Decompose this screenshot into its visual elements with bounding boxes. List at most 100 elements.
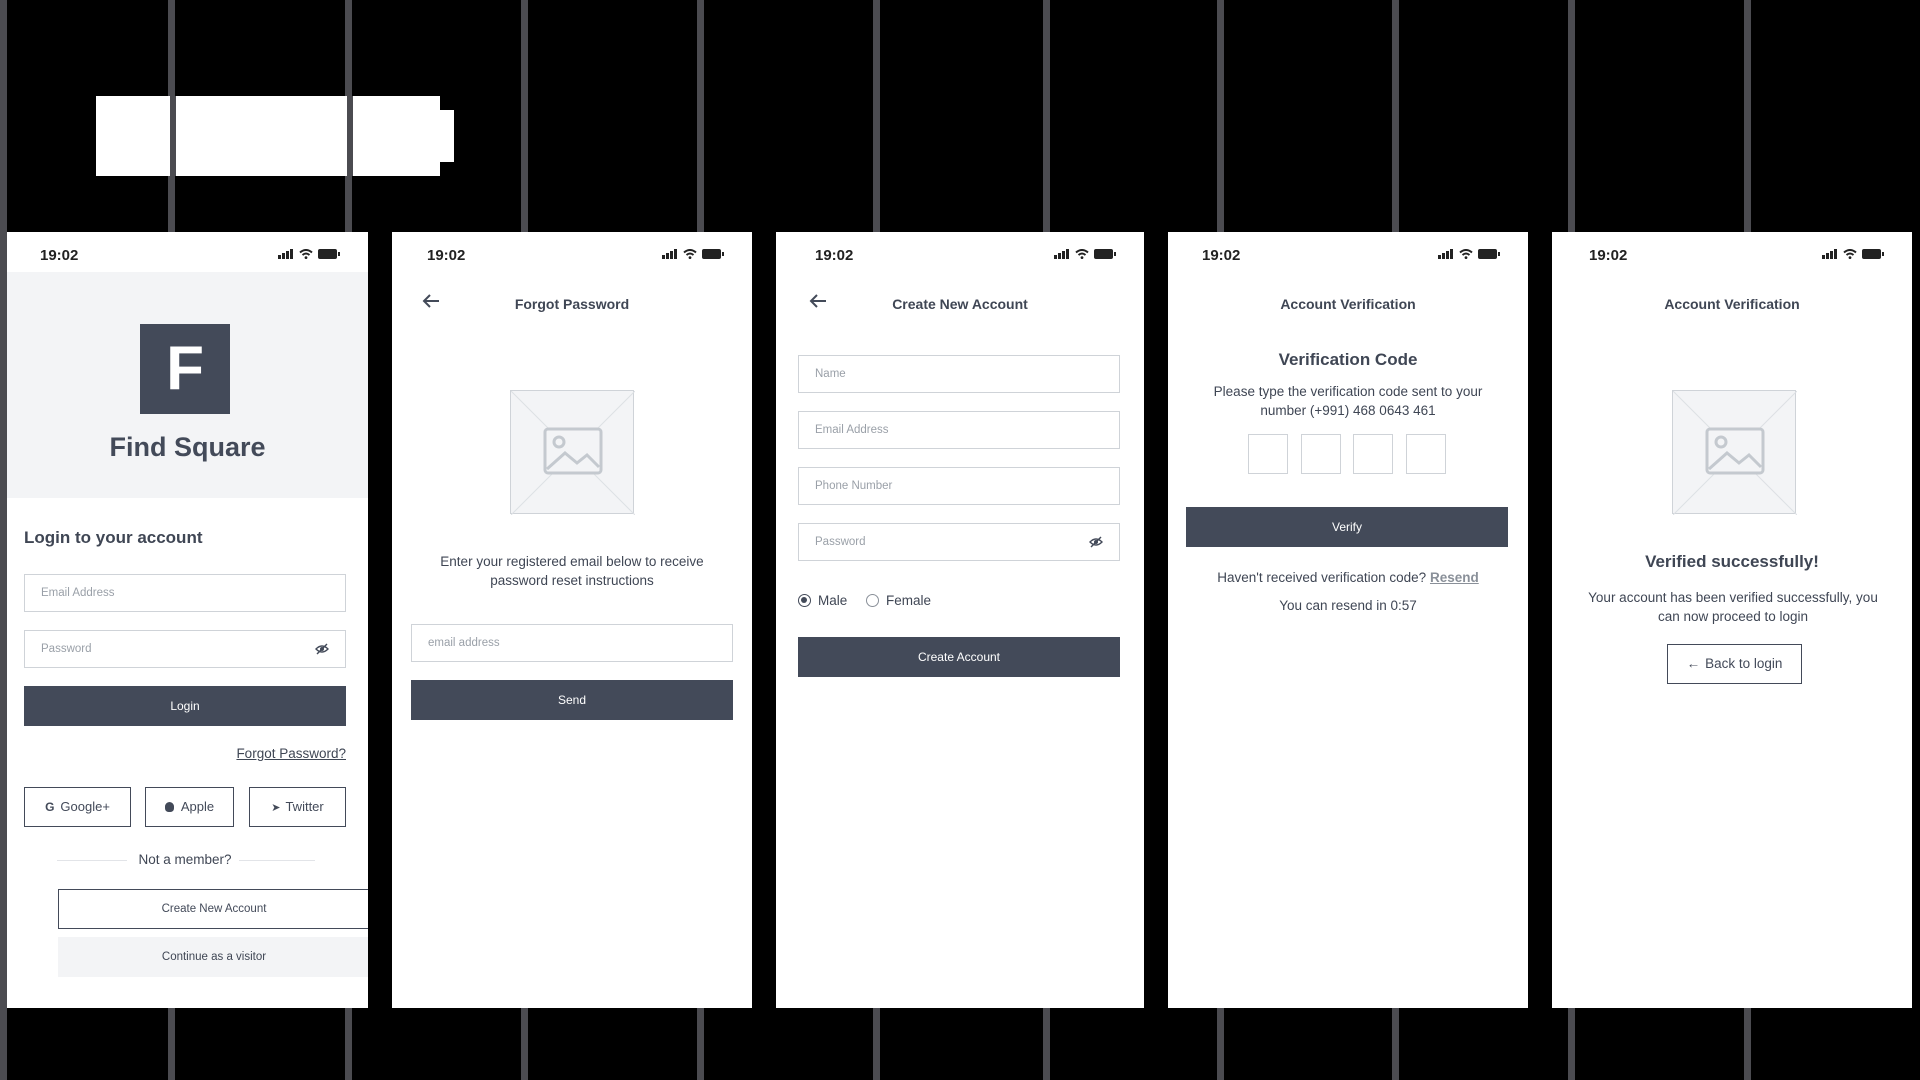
phone-field[interactable]: Phone Number: [798, 467, 1120, 505]
status-bar: 19:02: [7, 232, 368, 276]
wifi-icon: [683, 249, 697, 259]
signal-icon: [1054, 249, 1069, 259]
password-field[interactable]: Password: [798, 523, 1120, 561]
otp-digit-input[interactable]: [1353, 434, 1393, 474]
divider: [170, 96, 176, 176]
status-time: 19:02: [815, 247, 854, 264]
email-field[interactable]: Email Address: [798, 411, 1120, 449]
gender-radio-male[interactable]: Male: [798, 593, 847, 608]
app-name: Find Square: [109, 432, 266, 462]
send-button[interactable]: Send: [411, 680, 733, 720]
status-time: 19:02: [1202, 247, 1241, 264]
wifi-icon: [1843, 249, 1857, 259]
wifi-icon: [1075, 249, 1089, 259]
success-heading: Verified successfully!: [1645, 552, 1819, 571]
password-field[interactable]: Password: [24, 630, 346, 668]
visitor-button[interactable]: Continue as a visitor: [58, 937, 368, 977]
page-title: Account Verification: [1280, 296, 1416, 312]
female-label: Female: [886, 593, 932, 608]
status-icons: [278, 249, 340, 259]
placeholder-image: [510, 390, 635, 515]
resend-link[interactable]: Resend: [1430, 570, 1479, 585]
otp-digit-input[interactable]: [1406, 434, 1446, 474]
create-account-button[interactable]: Create Account: [798, 637, 1120, 677]
eye-off-icon[interactable]: [315, 643, 329, 655]
forgot-password-screen: 19:02 Forgot Password Enter your registe…: [392, 232, 752, 1008]
resend-timer: You can resend in 0:57: [1279, 598, 1417, 613]
phone-placeholder: Phone Number: [815, 480, 893, 492]
twitter-label: Twitter: [285, 799, 324, 814]
signal-icon: [278, 249, 293, 259]
status-bar: 19:02: [392, 232, 752, 276]
status-icons: [662, 249, 724, 259]
page-title: Create New Account: [892, 296, 1028, 312]
verification-screen: 19:02 Account Verification Verification …: [1168, 232, 1528, 1008]
back-to-login-label: Back to login: [1705, 656, 1783, 671]
page-title: Forgot Password: [514, 296, 630, 312]
brand-panel: F Find Square: [7, 272, 368, 498]
twitter-login-button[interactable]: ➤ Twitter: [249, 787, 346, 827]
status-time: 19:02: [1589, 247, 1628, 264]
arrow-left-icon: ←: [1686, 656, 1701, 671]
google-icon: G: [45, 800, 55, 814]
status-time: 19:02: [427, 247, 466, 264]
wifi-icon: [1459, 249, 1473, 259]
battery-icon: [1478, 249, 1500, 259]
app-logo: F: [140, 324, 230, 414]
radio-selected-icon: [798, 594, 811, 607]
radio-unselected-icon: [866, 594, 879, 607]
signal-icon: [1438, 249, 1453, 259]
page-title: Account Verification: [1664, 296, 1800, 312]
verification-instructions: Please type the verification code sent t…: [1213, 384, 1483, 418]
status-icons: [1054, 249, 1116, 259]
forgot-password-link[interactable]: Forgot Password?: [236, 746, 346, 761]
apple-login-button[interactable]: Apple: [145, 787, 234, 827]
gender-radio-female[interactable]: Female: [866, 593, 931, 608]
battery-icon: [1094, 249, 1116, 259]
placeholder-image: [1672, 390, 1797, 515]
status-bar: 19:02: [776, 232, 1144, 276]
create-account-screen: 19:02 Create New Account Name Email Addr…: [776, 232, 1144, 1008]
battery-icon: [702, 249, 724, 259]
google-label: Google+: [60, 799, 110, 814]
name-field[interactable]: Name: [798, 355, 1120, 393]
battery-icon: [1862, 249, 1884, 259]
verification-heading: Verification Code: [1278, 350, 1418, 369]
divider: [0, 0, 7, 1080]
battery-icon: [318, 249, 340, 259]
otp-digit-input[interactable]: [1301, 434, 1341, 474]
password-placeholder: Password: [815, 536, 866, 548]
login-button[interactable]: Login: [24, 686, 346, 726]
create-account-button[interactable]: Create New Account: [58, 889, 368, 929]
login-heading: Login to your account: [24, 528, 203, 547]
status-icons: [1438, 249, 1500, 259]
email-field[interactable]: Email Address: [24, 574, 346, 612]
divider: [347, 96, 353, 176]
visitor-label: Continue as a visitor: [161, 951, 267, 963]
male-label: Male: [818, 593, 848, 608]
logo-letter: F: [166, 334, 204, 403]
apple-label: Apple: [180, 799, 215, 814]
not-member-text: Not a member?: [138, 852, 232, 867]
back-to-login-button[interactable]: ← Back to login: [1667, 644, 1802, 684]
wifi-icon: [299, 249, 313, 259]
instructions-text: Enter your registered email below to rec…: [440, 554, 704, 588]
eye-off-icon[interactable]: [1089, 536, 1103, 548]
twitter-icon: ➤: [271, 802, 281, 814]
verified-success-screen: 19:02 Account Verification Verified succ…: [1552, 232, 1912, 1008]
email-placeholder: Email Address: [815, 424, 889, 436]
email-placeholder: Email Address: [41, 587, 115, 599]
success-message: Your account has been verified successfu…: [1588, 590, 1878, 624]
status-bar: 19:02: [1552, 232, 1912, 276]
email-placeholder: email address: [428, 637, 500, 649]
google-login-button[interactable]: G Google+: [24, 787, 131, 827]
not-received-text: Haven't received verification code?: [1217, 570, 1427, 585]
signal-icon: [1822, 249, 1837, 259]
apple-icon: [164, 802, 174, 812]
header-placeholder-block: [96, 96, 454, 176]
password-placeholder: Password: [41, 643, 92, 655]
otp-digit-input[interactable]: [1248, 434, 1288, 474]
email-field[interactable]: email address: [411, 624, 733, 662]
verify-button[interactable]: Verify: [1186, 507, 1508, 547]
signal-icon: [662, 249, 677, 259]
